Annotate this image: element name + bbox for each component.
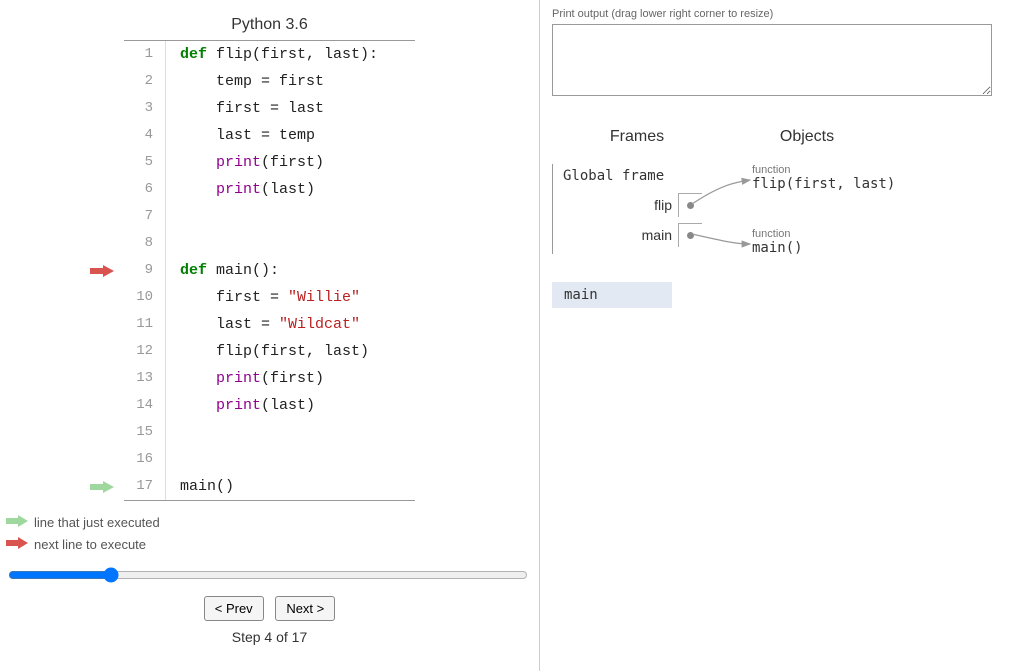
- code-line: 6 print(last): [124, 176, 415, 203]
- code-text: first = last: [166, 95, 324, 122]
- code-line: 9def main():: [124, 257, 415, 284]
- object-type-label: function: [752, 228, 803, 240]
- output-box[interactable]: [552, 24, 992, 96]
- step-label: Step 4 of 17: [0, 629, 539, 645]
- just-executed-arrow-icon: [84, 481, 114, 493]
- line-number: 14: [124, 392, 166, 419]
- code-line: 12 flip(first, last): [124, 338, 415, 365]
- code-line: 11 last = "Wildcat": [124, 311, 415, 338]
- language-title: Python 3.6: [0, 16, 539, 34]
- next-line-arrow-icon: [84, 265, 114, 277]
- legend-just-label: line that just executed: [34, 515, 160, 530]
- frame-var-main: main: [553, 220, 702, 250]
- heap-object: functionflip(first, last): [752, 164, 895, 192]
- code-text: temp = first: [166, 68, 324, 95]
- code-text: flip(first, last): [166, 338, 369, 365]
- call-frame-main: main: [552, 282, 672, 308]
- line-number: 16: [124, 446, 166, 473]
- step-slider[interactable]: [8, 567, 528, 583]
- output-label: Print output (drag lower right corner to…: [552, 8, 1003, 20]
- frames-header: Frames: [552, 128, 722, 146]
- code-text: print(last): [166, 392, 315, 419]
- line-number: 1: [124, 41, 166, 68]
- line-number: 12: [124, 338, 166, 365]
- legend-next-label: next line to execute: [34, 537, 146, 552]
- code-line: 13 print(first): [124, 365, 415, 392]
- object-type-label: function: [752, 164, 895, 176]
- code-text: def flip(first, last):: [166, 41, 378, 68]
- code-text: last = "Wildcat": [166, 311, 360, 338]
- next-line-arrow-icon: [6, 537, 28, 552]
- line-number: 17: [124, 473, 166, 500]
- frame-var-flip: flip: [553, 190, 702, 220]
- code-text: first = "Willie": [166, 284, 360, 311]
- line-number: 15: [124, 419, 166, 446]
- viz-body: Global frame flipmain main functionflip(…: [552, 164, 1003, 364]
- code-line: 14 print(last): [124, 392, 415, 419]
- heap-object: functionmain(): [752, 228, 803, 256]
- var-name: main: [642, 227, 672, 243]
- arrow-legend: line that just executed next line to exe…: [6, 511, 539, 555]
- line-number: 10: [124, 284, 166, 311]
- object-signature: flip(first, last): [752, 176, 895, 192]
- code-line: 17main(): [124, 473, 415, 500]
- global-frame: Global frame flip main: [552, 164, 702, 254]
- code-text: print(first): [166, 149, 324, 176]
- code-text: print(last): [166, 176, 315, 203]
- prev-button[interactable]: < Prev: [204, 596, 264, 621]
- code-line: 1def flip(first, last):: [124, 41, 415, 68]
- code-line: 5 print(first): [124, 149, 415, 176]
- line-number: 11: [124, 311, 166, 338]
- line-number: 13: [124, 365, 166, 392]
- code-line: 4 last = temp: [124, 122, 415, 149]
- object-signature: main(): [752, 240, 803, 256]
- code-line: 10 first = "Willie": [124, 284, 415, 311]
- var-pointer: [678, 193, 702, 217]
- global-frame-label: Global frame: [553, 168, 702, 184]
- code-pane: Python 3.6 1def flip(first, last):2 temp…: [0, 0, 540, 671]
- code-text: print(first): [166, 365, 324, 392]
- line-number: 5: [124, 149, 166, 176]
- line-number: 2: [124, 68, 166, 95]
- var-name: flip: [654, 197, 672, 213]
- objects-header: Objects: [722, 128, 892, 146]
- viz-pane: Print output (drag lower right corner to…: [540, 0, 1015, 671]
- next-button[interactable]: Next >: [275, 596, 335, 621]
- code-line: 15: [124, 419, 415, 446]
- line-number: 6: [124, 176, 166, 203]
- code-block: 1def flip(first, last):2 temp = first3 f…: [124, 40, 415, 501]
- code-line: 2 temp = first: [124, 68, 415, 95]
- line-number: 4: [124, 122, 166, 149]
- line-number: 8: [124, 230, 166, 257]
- line-number: 9: [124, 257, 166, 284]
- line-number: 3: [124, 95, 166, 122]
- code-line: 3 first = last: [124, 95, 415, 122]
- just-executed-arrow-icon: [6, 515, 28, 530]
- code-text: last = temp: [166, 122, 315, 149]
- code-line: 16: [124, 446, 415, 473]
- line-number: 7: [124, 203, 166, 230]
- var-pointer: [678, 223, 702, 247]
- code-line: 7: [124, 203, 415, 230]
- code-text: main(): [166, 473, 234, 500]
- code-text: def main():: [166, 257, 279, 284]
- code-line: 8: [124, 230, 415, 257]
